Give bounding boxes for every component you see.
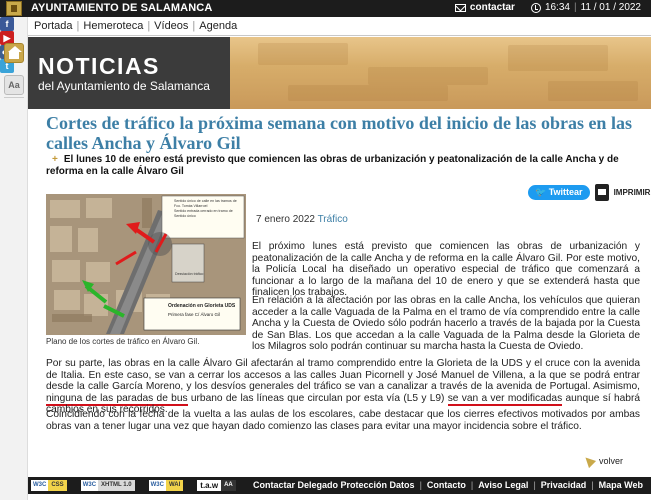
print-button[interactable]: IMPRIMIR: [614, 188, 651, 197]
banner-title: NOTICIAS: [38, 53, 160, 79]
mail-icon[interactable]: [454, 3, 466, 12]
badge-label: W3C: [31, 480, 49, 491]
article-figure: Sentido único de calle en las tramos de …: [46, 194, 246, 349]
badge-label: WAI: [165, 480, 184, 491]
taw-badge[interactable]: t.a.w AA: [197, 480, 236, 491]
badge-label: W3C: [148, 480, 166, 491]
divider: [4, 97, 24, 98]
article-lead: + El lunes 10 de enero está previsto que …: [46, 154, 641, 178]
map-legend-item: Sentido único: [174, 214, 196, 218]
home-icon[interactable]: [4, 43, 24, 63]
article-category-link[interactable]: Tráfico: [318, 214, 348, 225]
site-title[interactable]: AYUNTAMIENTO DE SALAMANCA: [31, 2, 212, 14]
back-label: volver: [599, 456, 624, 466]
back-link[interactable]: volver: [584, 456, 623, 466]
footer-links: Contactar Delegado Protección Datos | Co…: [253, 480, 643, 490]
tweet-label: Twittear: [548, 187, 583, 197]
back-arrow-icon: [584, 456, 596, 466]
contact-link[interactable]: contactar: [470, 2, 515, 13]
plus-icon: +: [52, 154, 58, 165]
separator: |: [573, 2, 577, 13]
clock-icon: [530, 2, 541, 13]
figure-caption: Plano de los cortes de tráfico en Álvaro…: [46, 337, 200, 346]
banner-texture: [548, 81, 638, 101]
current-date: 11 / 01 / 2022: [580, 2, 641, 13]
top-bar: AYUNTAMIENTO DE SALAMANCA contactar 16:3…: [0, 0, 651, 17]
footer-separator: |: [591, 480, 594, 490]
accessibility-badges: W3C CSS W3C XHTML 1.0 W3C WAI t.a.w AA: [31, 480, 236, 491]
banner-texture: [288, 85, 448, 101]
city-crest-icon[interactable]: [6, 1, 22, 16]
article-paragraph: El próximo lunes está previsto que comie…: [252, 241, 640, 299]
paragraph-text: urbano de las líneas que circulan por es…: [187, 392, 448, 404]
map-box-title: Ordenación en Glorieta UDS: [168, 303, 236, 309]
main-nav: Portada | Hemeroteca | Vídeos | Agenda: [28, 17, 651, 36]
footer-separator: |: [470, 480, 474, 490]
badge-label: XHTML 1.0: [98, 480, 135, 491]
footer-link-legal[interactable]: Aviso Legal: [478, 480, 528, 490]
banner-texture: [508, 45, 608, 71]
article-date: 7 enero 2022: [256, 214, 315, 225]
banner-texture: [368, 67, 488, 85]
map-legend-item: Desviación tráfico: [175, 272, 204, 276]
badge-label: AA: [221, 480, 236, 491]
footer-link-contact[interactable]: Contacto: [427, 480, 466, 490]
footer: W3C CSS W3C XHTML 1.0 W3C WAI t.a.w AA Conta…: [28, 477, 651, 494]
badge-label: t.a.w: [197, 480, 222, 491]
news-banner: NOTICIAS del Ayuntamiento de Salamanca: [28, 37, 651, 109]
map-legend: Sentido único de calle en las tramos de …: [174, 199, 242, 219]
underlined-text: se van a ver modificadas: [447, 392, 563, 406]
badge-label: W3C: [80, 480, 99, 491]
print-icon[interactable]: [594, 184, 609, 201]
footer-link-data-protection[interactable]: Contactar Delegado Protección Datos: [253, 480, 415, 490]
w3c-xhtml-badge[interactable]: W3C XHTML 1.0: [80, 480, 135, 491]
paragraph-text: Por su parte, las obras en la calle Álva…: [46, 358, 640, 393]
current-time: 16:34: [544, 2, 570, 13]
nav-item-agenda[interactable]: Agenda: [195, 20, 241, 32]
share-tools: 🐦 Twittear IMPRIMIR: [528, 184, 650, 201]
w3c-wai-badge[interactable]: W3C WAI: [148, 480, 184, 491]
map-box-subtitle: Primera fase C/ Álvaro Gil: [168, 312, 221, 317]
text-size-button[interactable]: Aa: [4, 75, 24, 95]
footer-link-privacy[interactable]: Privacidad: [541, 480, 587, 490]
article-meta: 7 enero 2022 Tráfico: [256, 214, 348, 225]
w3c-css-badge[interactable]: W3C CSS: [31, 480, 67, 491]
footer-link-sitemap[interactable]: Mapa Web: [599, 480, 643, 490]
footer-separator: |: [533, 480, 536, 490]
article-headline: Cortes de tráfico la próxima semana con …: [46, 113, 632, 153]
facebook-icon[interactable]: f: [0, 17, 14, 31]
footer-separator: |: [419, 480, 422, 490]
tweet-button[interactable]: 🐦 Twittear: [528, 185, 590, 200]
nav-item-portada[interactable]: Portada: [30, 20, 77, 32]
article-paragraph: En relación a la afectación por las obra…: [252, 295, 640, 353]
article-lead-text: El lunes 10 de enero está previsto que c…: [46, 154, 619, 177]
article-paragraph: Por su parte, las obras en la calle Álva…: [46, 358, 640, 416]
header-tools: contactar 16:34 | 11 / 01 / 2022: [454, 2, 641, 13]
nav-item-hemeroteca[interactable]: Hemeroteca: [79, 20, 147, 32]
article-paragraph: Coincidiendo con la fecha de la vuelta a…: [46, 409, 640, 432]
banner-subtitle: del Ayuntamiento de Salamanca: [38, 79, 210, 93]
nav-item-videos[interactable]: Vídeos: [150, 20, 192, 32]
banner-title-panel: NOTICIAS del Ayuntamiento de Salamanca: [28, 37, 230, 109]
badge-label: CSS: [48, 480, 67, 491]
banner-texture: [258, 43, 348, 65]
traffic-map-image[interactable]: Sentido único de calle en las tramos de …: [46, 194, 246, 335]
side-toolbar: Aa f ▶ ●● t: [0, 17, 28, 500]
